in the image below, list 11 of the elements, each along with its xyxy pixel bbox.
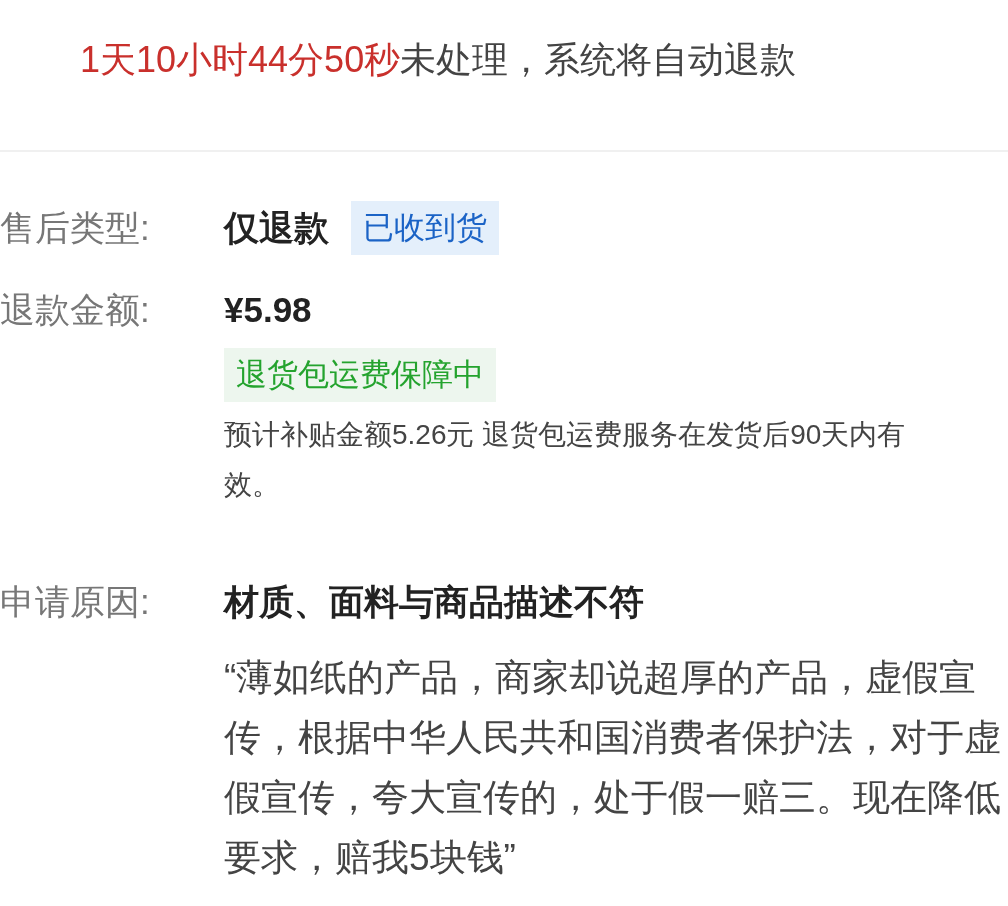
field-value: 材质、面料与商品描述不符	[224, 580, 644, 623]
status-tag: 已收到货	[351, 201, 499, 255]
reason-description: “薄如纸的产品，商家却说超厚的产品，虚假宣传，根据中华人民共和国消费者保护法，对于虚假宣传，夸大宣传的，处于假一赔三。现在降低要求，赔我5块钱”	[224, 656, 1002, 880]
subsidy-note: 预计补贴金额5.26元 退货包运费服务在发货后90天内有效。	[224, 418, 907, 502]
field-label: 申请原因:	[0, 581, 151, 623]
field-label: 退款金额:	[0, 289, 151, 331]
refund-countdown-text: 1天10小时44分50秒未处理，系统将自动退款	[80, 37, 797, 82]
field-label: 售后类型:	[0, 207, 151, 249]
field-value: 仅退款	[224, 206, 329, 249]
field-value: ¥5.98	[224, 290, 312, 330]
shipping-insurance-tag: 退货包运费保障中	[224, 348, 496, 402]
